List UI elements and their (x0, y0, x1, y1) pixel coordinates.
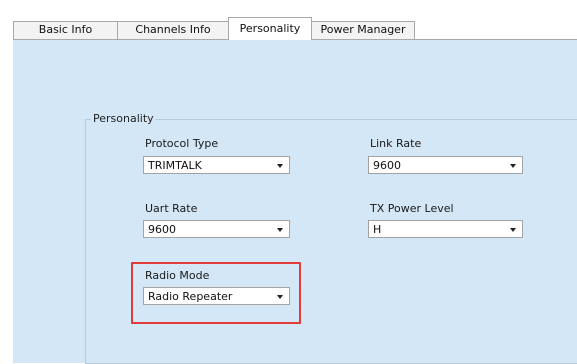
radio-mode-label: Radio Mode (145, 269, 210, 282)
radio-mode-value: Radio Repeater (148, 290, 233, 303)
chevron-down-icon (277, 164, 283, 168)
chevron-down-icon (277, 228, 283, 232)
protocol-type-select[interactable]: TRIMTALK (143, 156, 290, 174)
group-legend: Personality (91, 112, 156, 125)
tab-bar: Basic Info Channels Info Personality Pow… (13, 17, 577, 40)
link-rate-label: Link Rate (370, 137, 422, 150)
tab-basic-info[interactable]: Basic Info (13, 21, 118, 39)
protocol-type-value: TRIMTALK (148, 159, 202, 172)
chevron-down-icon (277, 295, 283, 299)
chevron-down-icon (510, 228, 516, 232)
tx-power-level-select[interactable]: H (368, 220, 523, 238)
tx-power-level-value: H (373, 223, 382, 236)
uart-rate-select[interactable]: 9600 (143, 220, 290, 238)
tab-personality[interactable]: Personality (228, 17, 312, 40)
tx-power-level-label: TX Power Level (370, 202, 454, 215)
chevron-down-icon (510, 164, 516, 168)
uart-rate-label: Uart Rate (145, 202, 198, 215)
uart-rate-value: 9600 (148, 223, 176, 236)
radio-mode-select[interactable]: Radio Repeater (143, 287, 290, 305)
link-rate-value: 9600 (373, 159, 401, 172)
tab-channels-info[interactable]: Channels Info (117, 21, 229, 39)
link-rate-select[interactable]: 9600 (368, 156, 523, 174)
protocol-type-label: Protocol Type (145, 137, 219, 150)
tab-power-manager[interactable]: Power Manager (311, 21, 415, 39)
